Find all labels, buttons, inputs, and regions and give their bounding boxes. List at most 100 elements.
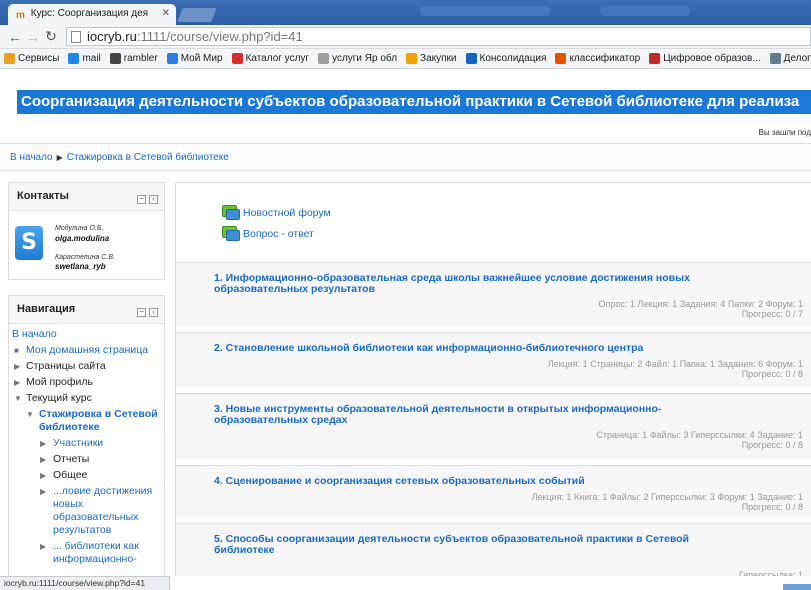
nav-item-label[interactable]: Отчеты <box>53 453 89 465</box>
bookmark-item[interactable]: Закупки <box>406 53 457 64</box>
nav-item[interactable]: ▶ Общее <box>9 469 164 482</box>
section-activity-summary: Гиперссылка: 1 <box>738 570 803 576</box>
forward-arrow-icon[interactable]: → <box>24 29 42 45</box>
collapsed-triangle-icon: ▶ <box>40 487 47 496</box>
course-banner: Соорганизация деятельности субъектов обр… <box>17 90 811 114</box>
bookmark-item[interactable]: Сервисы <box>4 53 59 64</box>
breadcrumb: В начало ▶ Стажировка в Сетевой библиотеке <box>0 143 811 171</box>
breadcrumb-course-link[interactable]: Стажировка в Сетевой библиотеке <box>67 152 229 163</box>
nav-item[interactable]: ▼ Текущий курс <box>9 392 164 405</box>
nav-item[interactable]: ▶ Страницы сайта <box>9 360 164 373</box>
url-host: iocryb.ru <box>87 29 137 44</box>
url-path: :1111/course/view.php?id=41 <box>136 29 303 44</box>
browser-tab[interactable]: m Курс: Соорганизация дея ✕ <box>8 4 176 25</box>
bookmark-label: Каталог услуг <box>245 53 310 64</box>
contacts-list: S Модулина О.Б. olga.modulina Карастелин… <box>9 211 164 279</box>
nav-item[interactable]: ▶ Отчеты <box>9 453 164 466</box>
bookmark-item[interactable]: Цифровое образов... <box>649 53 761 64</box>
collapsed-triangle-icon: ▶ <box>40 471 47 480</box>
section-title-link[interactable]: 2. Становление школьной библиотеки как и… <box>214 343 734 354</box>
navigation-block-header: Навигация − ‹ <box>9 296 164 324</box>
nav-item[interactable]: ■ Моя домашняя страница <box>9 344 164 357</box>
forum-link[interactable]: Новостной форум <box>222 205 811 220</box>
bookmark-item[interactable]: Консолидация <box>465 53 547 64</box>
nav-item-label[interactable]: ... библиотеки как информационно- <box>53 540 139 565</box>
collapse-block-icon[interactable]: − <box>137 308 146 317</box>
collapse-block-icon[interactable]: − <box>137 195 146 204</box>
reload-icon[interactable]: ↻ <box>42 28 60 45</box>
section-title-link[interactable]: 4. Сценирование и соорганизация сетевых … <box>214 476 734 487</box>
bookmark-label: mail <box>82 53 101 64</box>
section-progress: Прогресс: 0 / 8 <box>741 502 803 512</box>
nav-home[interactable]: В начало <box>9 328 164 341</box>
section-title-link[interactable]: 5. Способы соорганизации деятельности су… <box>214 534 734 556</box>
collapsed-triangle-icon: ▶ <box>40 455 47 464</box>
dock-block-icon[interactable]: ‹ <box>149 195 158 204</box>
section-title-link[interactable]: 3. Новые инструменты образовательной дея… <box>214 404 734 426</box>
nav-item-label[interactable]: Стажировка в Сетевой библиотеке <box>39 408 158 433</box>
folder-icon <box>769 53 781 64</box>
bookmark-item[interactable]: mail <box>68 53 101 64</box>
nav-item-label[interactable]: Страницы сайта <box>26 360 106 372</box>
section-progress: Прогресс: 0 / 8 <box>741 369 803 379</box>
forum-icon <box>222 205 240 220</box>
nav-item[interactable]: ▶ Участники <box>9 437 164 450</box>
page-icon <box>318 53 330 64</box>
course-sections: 1. Информационно-образовательная среда ш… <box>176 262 811 576</box>
nav-item-label[interactable]: Моя домашняя страница <box>26 344 148 356</box>
nav-item-label[interactable]: Текущий курс <box>26 392 92 404</box>
bookmark-item[interactable]: Каталог услуг <box>231 53 310 64</box>
digital-icon <box>649 53 661 64</box>
scrollbar-fragment[interactable] <box>783 584 811 590</box>
nav-item-label[interactable]: Общее <box>53 469 87 481</box>
forum-link[interactable]: Вопрос - ответ <box>222 226 811 241</box>
section-progress: Прогресс: 0 / 8 <box>741 440 803 450</box>
bookmark-item[interactable]: классификатор <box>555 53 640 64</box>
mail-icon <box>68 53 80 64</box>
bookmark-label: rambler <box>123 53 158 64</box>
contact-name: Модулина О.Б. <box>55 225 104 232</box>
nav-item[interactable]: ▼ Стажировка в Сетевой библиотеке <box>9 408 164 434</box>
nav-item-label[interactable]: Участники <box>53 437 103 449</box>
bookmark-label: Консолидация <box>479 53 547 64</box>
forum-link-label[interactable]: Новостной форум <box>243 207 331 219</box>
course-content: Новостной форум Вопрос - ответ 1. Информа… <box>175 182 811 576</box>
collapsed-triangle-icon: ▶ <box>14 362 21 371</box>
contact-login[interactable]: swetlana_ryb <box>55 262 106 272</box>
contact-login[interactable]: olga.modulina <box>55 234 109 244</box>
new-tab-button[interactable] <box>177 8 217 22</box>
blurred-area <box>600 6 690 16</box>
login-info: Вы зашли под <box>758 128 811 137</box>
nav-item[interactable]: ▶ Мой профиль <box>9 376 164 389</box>
tab-close-icon[interactable]: ✕ <box>162 8 170 19</box>
breadcrumb-home-link[interactable]: В начало <box>10 152 53 163</box>
bullet-icon: ■ <box>14 346 19 355</box>
address-bar[interactable]: iocryb.ru:1111/course/view.php?id=41 <box>66 27 811 46</box>
nav-item-label[interactable]: ...ловие достижения новых образовательны… <box>53 485 152 536</box>
back-arrow-icon[interactable]: ← <box>6 29 24 45</box>
bookmark-item[interactable]: Делопр <box>769 53 811 64</box>
bookmark-item[interactable]: rambler <box>109 53 158 64</box>
course-section: 5. Способы соорганизации деятельности су… <box>176 523 811 576</box>
collapsed-triangle-icon: ▶ <box>40 542 47 551</box>
bookmark-label: Закупки <box>420 53 457 64</box>
web-page: Соорганизация деятельности субъектов обр… <box>0 69 811 576</box>
bookmark-label: услуги Яр обл <box>332 53 398 64</box>
forum-link-label[interactable]: Вопрос - ответ <box>243 228 314 240</box>
page-icon <box>71 30 81 43</box>
browser-toolbar: ← → ↻ iocryb.ru:1111/course/view.php?id=… <box>0 25 811 49</box>
nav-item[interactable]: ▶ ... библиотеки как информационно- <box>9 540 164 566</box>
status-bar-url: iocryb.ru:1111/course/view.php?id=41 <box>0 576 170 590</box>
navigation-block-title: Навигация <box>17 303 76 315</box>
section-activity-summary: Страница: 1 Файлы: 3 Гиперссылки: 4 Зада… <box>596 430 803 440</box>
nav-item[interactable]: ▶ ...ловие достижения новых образовательн… <box>9 485 164 537</box>
dock-block-icon[interactable]: ‹ <box>149 308 158 317</box>
navigation-tree: В начало ■ Моя домашняя страница ▶ Страницы… <box>9 324 164 576</box>
tab-title: Курс: Соорганизация дея <box>30 8 149 19</box>
bookmark-item[interactable]: услуги Яр обл <box>318 53 397 64</box>
bookmark-item[interactable]: Мой Мир <box>166 53 223 64</box>
section-title-link[interactable]: 1. Информационно-образовательная среда ш… <box>214 273 734 295</box>
nav-item-label[interactable]: Мой профиль <box>26 376 93 388</box>
course-section: 1. Информационно-образовательная среда ш… <box>176 262 811 326</box>
contact-name: Карастелина С.В. <box>55 254 115 261</box>
